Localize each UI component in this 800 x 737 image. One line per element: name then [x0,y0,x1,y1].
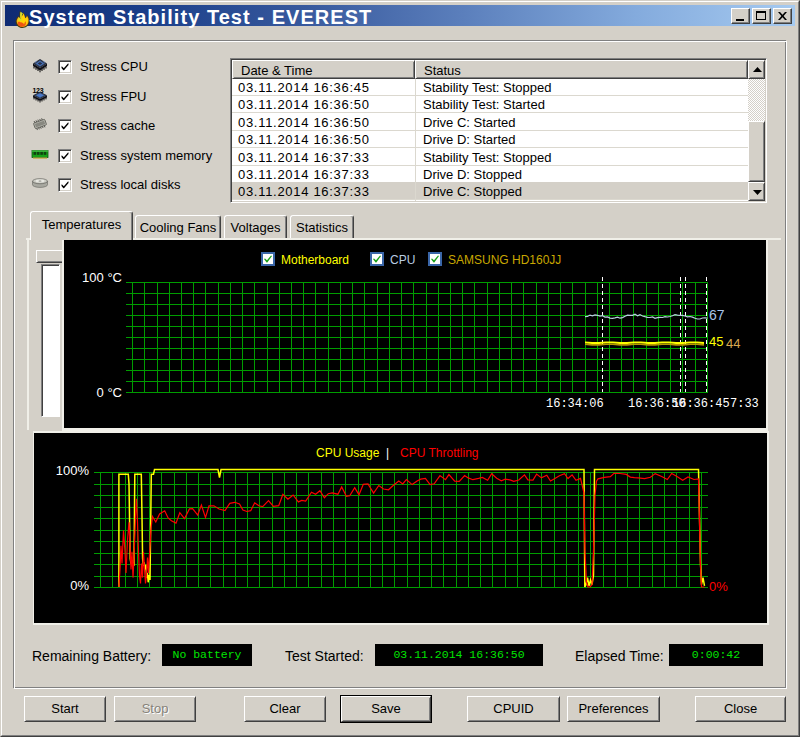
svg-text:123: 123 [33,87,44,94]
